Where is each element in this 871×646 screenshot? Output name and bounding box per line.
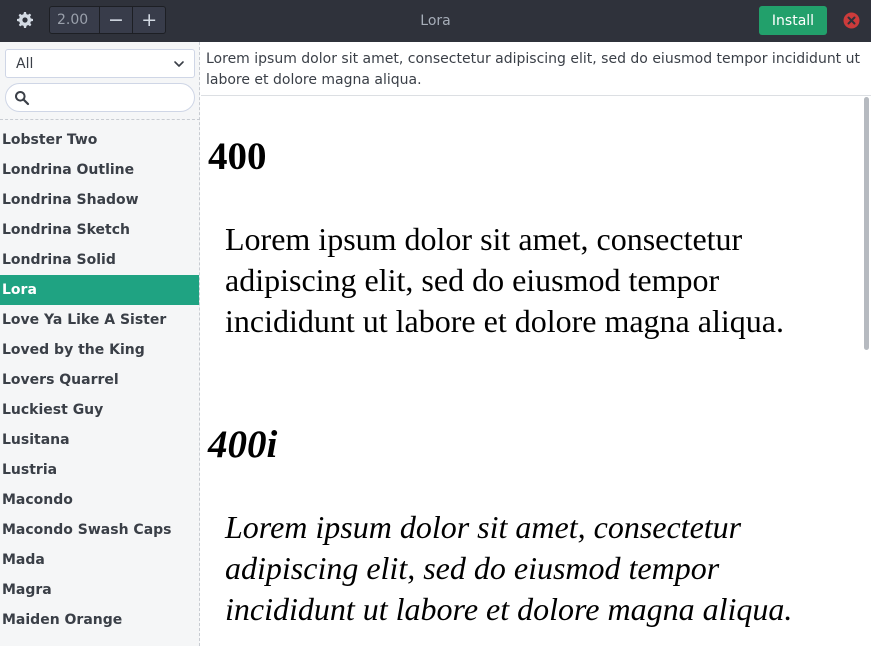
- category-select[interactable]: All: [5, 49, 195, 78]
- list-divider: [0, 119, 199, 120]
- preview-pane: 400 Lorem ipsum dolor sit amet, consecte…: [201, 96, 871, 646]
- variant-sample: Lorem ipsum dolor sit amet, consectetur …: [225, 221, 784, 339]
- variant-sample: Lorem ipsum dolor sit amet, consectetur …: [225, 509, 793, 627]
- font-list-item[interactable]: Lobster Two: [0, 125, 199, 155]
- size-spinbutton[interactable]: 2.00 − +: [49, 6, 166, 34]
- font-list-item[interactable]: Love Ya Like A Sister: [0, 305, 199, 335]
- increment-button[interactable]: +: [132, 7, 165, 33]
- font-list: Lobster Two Londrina Outline Londrina Shad…: [0, 125, 199, 635]
- font-list-item[interactable]: Londrina Shadow: [0, 185, 199, 215]
- close-icon[interactable]: [843, 12, 860, 29]
- font-list-item[interactable]: Londrina Outline: [0, 155, 199, 185]
- sidebar: All Lobster Two Londrina Outline Londrina …: [0, 42, 200, 646]
- variant-heading: 400: [208, 135, 267, 178]
- install-button[interactable]: Install: [759, 6, 827, 35]
- font-list-item[interactable]: Luckiest Guy: [0, 395, 199, 425]
- font-list-item[interactable]: Lovers Quarrel: [0, 365, 199, 395]
- settings-button[interactable]: [8, 5, 42, 35]
- font-list-item[interactable]: Lora: [0, 275, 199, 305]
- decrement-button[interactable]: −: [100, 7, 133, 33]
- font-list-item[interactable]: Lusitana: [0, 425, 199, 455]
- font-list-item[interactable]: Macondo: [0, 485, 199, 515]
- font-list-item[interactable]: Macondo Swash Caps: [0, 515, 199, 545]
- search-input[interactable]: [38, 87, 192, 109]
- font-list-item[interactable]: Maiden Orange: [0, 605, 199, 635]
- font-list-item[interactable]: Londrina Sketch: [0, 215, 199, 245]
- sample-text-bar[interactable]: Lorem ipsum dolor sit amet, consectetur …: [201, 42, 871, 96]
- font-list-item[interactable]: Loved by the King: [0, 335, 199, 365]
- search-icon: [15, 91, 30, 106]
- font-list-item[interactable]: Lustria: [0, 455, 199, 485]
- search-field[interactable]: [5, 83, 195, 112]
- font-list-item[interactable]: Magra: [0, 575, 199, 605]
- font-list-item[interactable]: Mada: [0, 545, 199, 575]
- gear-icon: [17, 12, 33, 28]
- chevron-down-icon: [174, 61, 184, 67]
- variant-heading: 400i: [208, 423, 278, 466]
- header-bar: 2.00 − + Lora Install: [0, 0, 871, 42]
- category-select-value: All: [16, 55, 34, 72]
- font-list-item[interactable]: Londrina Solid: [0, 245, 199, 275]
- preview-scrollbar[interactable]: [864, 97, 869, 350]
- size-value[interactable]: 2.00: [50, 7, 100, 33]
